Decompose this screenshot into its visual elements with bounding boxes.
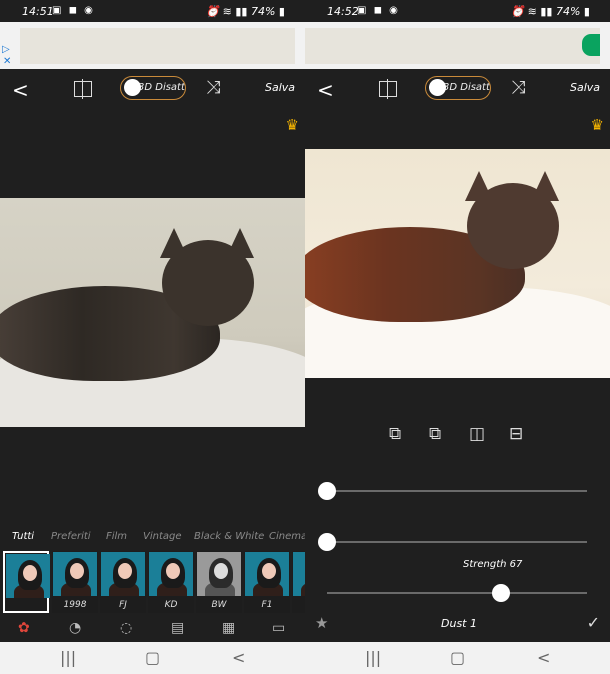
home-icon[interactable]: ▢ bbox=[145, 648, 160, 667]
crown-icon[interactable]: ♛ bbox=[591, 116, 604, 134]
filter-thumb-label: FJ bbox=[119, 600, 127, 610]
thumb-image bbox=[6, 554, 50, 598]
rotate-left-icon[interactable]: ⧉ bbox=[389, 424, 401, 444]
date-stamp-tab-icon[interactable]: ▦ bbox=[222, 620, 235, 636]
filter-thumb-fj[interactable]: FJ bbox=[100, 551, 146, 613]
save-button[interactable]: Salva bbox=[265, 81, 295, 94]
right-screen: 14:52 ▣ ◼ ◉ ⏰ ≋ ▮▮ 74% ▮ < 3D Disattivo … bbox=[305, 0, 610, 674]
recent-apps-icon[interactable]: ||| bbox=[365, 648, 381, 667]
filter-thumb-label: BW bbox=[211, 600, 227, 610]
tab-tutti[interactable]: Tutti bbox=[12, 531, 34, 542]
thumb-image bbox=[245, 552, 289, 596]
ad-content[interactable] bbox=[20, 28, 295, 64]
strength-slider[interactable] bbox=[327, 584, 587, 602]
filter-thumb-next[interactable] bbox=[292, 551, 305, 613]
status-time: 14:51 bbox=[22, 5, 54, 18]
ad-banner[interactable]: ▷ ✕ bbox=[0, 22, 305, 69]
tab-cinematic[interactable]: Cinemat bbox=[269, 531, 305, 542]
folder-tab-icon[interactable]: ▭ bbox=[272, 620, 285, 636]
crown-icon[interactable]: ♛ bbox=[286, 116, 299, 134]
left-screen: 14:51 ▣ ◼ ◉ ⏰ ≋ ▮▮ 74% ▮ ▷ ✕ < 3D Disatt… bbox=[0, 0, 305, 674]
filter-thumb-label: KD bbox=[164, 600, 178, 610]
top-toolbar: < 3D Disattivo ⤨ Salva bbox=[305, 69, 610, 111]
strength-label: Strength 67 bbox=[463, 559, 523, 570]
tab-black-white[interactable]: Black & White bbox=[194, 531, 264, 542]
3d-toggle[interactable]: 3D Disattivo bbox=[425, 76, 491, 100]
system-nav-bar: ||| ▢ < bbox=[305, 642, 610, 674]
slider-1[interactable] bbox=[318, 482, 587, 500]
slider-2[interactable] bbox=[318, 533, 587, 551]
filter-category-tabs: Tutti Preferiti Film Vintage Black & Whi… bbox=[0, 528, 305, 546]
frames-tab-icon[interactable]: ▤ bbox=[171, 620, 184, 636]
3d-toggle-label: 3D Disattivo bbox=[138, 82, 185, 93]
photo-preview bbox=[305, 149, 610, 378]
back-icon[interactable]: < bbox=[12, 78, 29, 102]
toggle-knob bbox=[124, 79, 141, 96]
filter-thumb-f1[interactable]: F1 bbox=[244, 551, 290, 613]
dust-tab-icon[interactable]: ◌ bbox=[120, 620, 132, 636]
photo-cat-ear bbox=[226, 228, 254, 258]
nav-back-icon[interactable]: < bbox=[537, 648, 550, 667]
3d-toggle-label: 3D Disattivo bbox=[443, 82, 490, 93]
tab-preferiti[interactable]: Preferiti bbox=[51, 531, 91, 542]
dust-tool-icons: ⧉ ⧉ ◫ ⊟ bbox=[305, 424, 610, 448]
filter-thumb-label: F1 bbox=[261, 600, 273, 610]
nav-back-icon[interactable]: < bbox=[232, 648, 245, 667]
home-icon[interactable]: ▢ bbox=[450, 648, 465, 667]
bottom-tab-bar: ✿ ◔ ◌ ▤ ▦ ▭ bbox=[0, 616, 305, 642]
status-time: 14:52 bbox=[327, 5, 359, 18]
flip-vertical-icon[interactable]: ⊟ bbox=[509, 424, 523, 444]
back-icon[interactable]: < bbox=[317, 78, 334, 102]
ad-content[interactable] bbox=[305, 28, 600, 64]
filter-thumbnails: 1998 FJ KD BW F1 bbox=[0, 551, 305, 613]
thumb-image bbox=[53, 552, 97, 596]
slider-1-knob[interactable] bbox=[318, 482, 336, 500]
thumb-image bbox=[149, 552, 193, 596]
shuffle-icon[interactable]: ⤨ bbox=[511, 77, 525, 98]
filter-thumb-kd[interactable]: KD bbox=[148, 551, 194, 613]
tab-vintage[interactable]: Vintage bbox=[143, 531, 182, 542]
recent-apps-icon[interactable]: ||| bbox=[60, 648, 76, 667]
notification-icons: ▣ ◼ ◉ bbox=[357, 5, 400, 16]
preset-label: Dust 1 bbox=[441, 617, 477, 630]
status-bar: 14:52 ▣ ◼ ◉ ⏰ ≋ ▮▮ 74% ▮ bbox=[305, 0, 610, 22]
adjust-tab-icon[interactable]: ◔ bbox=[69, 620, 81, 636]
slider-2-knob[interactable] bbox=[318, 533, 336, 551]
thumb-image bbox=[293, 552, 305, 596]
save-button[interactable]: Salva bbox=[570, 81, 600, 94]
filter-thumb-1998[interactable]: 1998 bbox=[52, 551, 98, 613]
strength-slider-knob[interactable] bbox=[492, 584, 511, 602]
status-battery: ⏰ ≋ ▮▮ 74% ▮ bbox=[205, 5, 285, 18]
compare-icon[interactable] bbox=[74, 79, 92, 99]
compare-icon[interactable] bbox=[379, 79, 397, 99]
thumb-image bbox=[197, 552, 241, 596]
thumb-image bbox=[101, 552, 145, 596]
shuffle-icon[interactable]: ⤨ bbox=[206, 77, 220, 98]
ad-close-icon[interactable]: ✕ bbox=[3, 56, 11, 67]
filter-thumb-label: 1998 bbox=[63, 600, 87, 610]
tab-film[interactable]: Film bbox=[106, 531, 127, 542]
ad-play-icon[interactable]: ▷ bbox=[2, 44, 10, 55]
filter-thumb-original[interactable] bbox=[3, 551, 50, 613]
toggle-knob bbox=[429, 79, 446, 96]
filters-tab-icon[interactable]: ✿ bbox=[18, 620, 30, 636]
status-bar: 14:51 ▣ ◼ ◉ ⏰ ≋ ▮▮ 74% ▮ bbox=[0, 0, 305, 22]
star-icon[interactable]: ★ bbox=[315, 614, 328, 632]
rotate-right-icon[interactable]: ⧉ bbox=[429, 424, 441, 444]
notification-icons: ▣ ◼ ◉ bbox=[52, 5, 95, 16]
ad-banner[interactable] bbox=[305, 22, 610, 69]
3d-toggle[interactable]: 3D Disattivo bbox=[120, 76, 186, 100]
photo-cat-ear bbox=[531, 171, 559, 201]
ad-brand-badge[interactable] bbox=[582, 34, 600, 56]
photo-cat-ear bbox=[160, 228, 188, 258]
preset-bar: ★ Dust 1 ✓ bbox=[305, 610, 610, 638]
top-toolbar: < 3D Disattivo ⤨ Salva bbox=[0, 69, 305, 111]
photo-cat-ear bbox=[465, 171, 493, 201]
system-nav-bar: ||| ▢ < bbox=[0, 642, 305, 674]
filter-thumb-bw[interactable]: BW bbox=[196, 551, 242, 613]
photo-preview bbox=[0, 198, 305, 427]
check-icon[interactable]: ✓ bbox=[587, 613, 600, 632]
flip-horizontal-icon[interactable]: ◫ bbox=[469, 424, 485, 444]
status-battery: ⏰ ≋ ▮▮ 74% ▮ bbox=[510, 5, 590, 18]
